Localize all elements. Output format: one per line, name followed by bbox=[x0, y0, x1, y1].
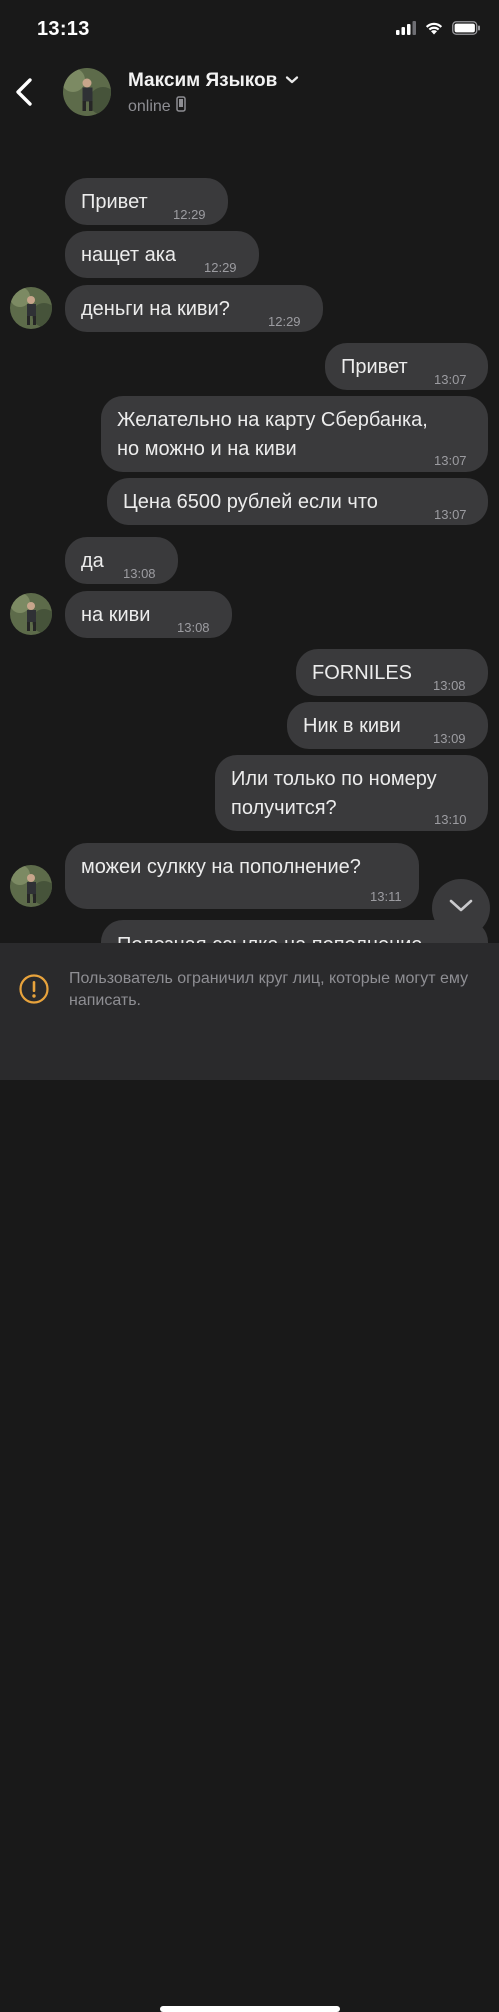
message-text: Ник в киви bbox=[303, 715, 401, 737]
message-incoming[interactable]: Привет 12:29 bbox=[65, 178, 228, 225]
scroll-to-bottom-button[interactable] bbox=[432, 879, 490, 937]
message-incoming[interactable]: деньги на киви? 12:29 bbox=[65, 285, 323, 332]
avatar[interactable] bbox=[10, 287, 52, 329]
contact-status: online bbox=[128, 96, 186, 117]
restriction-text: Пользователь ограничил круг лиц, которые… bbox=[69, 970, 469, 1009]
message-time: 12:29 bbox=[204, 260, 237, 275]
message-outgoing[interactable]: Цена 6500 рублей если что 13:07 bbox=[107, 478, 488, 525]
message-text: деньги на киви? bbox=[81, 298, 230, 320]
chevron-left-icon bbox=[8, 78, 42, 116]
message-time: 13:08 bbox=[177, 620, 210, 635]
battery-icon bbox=[452, 20, 481, 40]
message-incoming[interactable]: на киви 13:08 bbox=[65, 591, 232, 638]
restriction-notice: Пользователь ограничил круг лиц, которые… bbox=[0, 943, 499, 2012]
contact-name-button[interactable]: Максим Языков bbox=[128, 70, 299, 92]
avatar[interactable] bbox=[10, 593, 52, 635]
message-text: Привет bbox=[341, 356, 408, 378]
message-outgoing[interactable]: FORNILES 13:08 bbox=[296, 649, 488, 696]
cellular-signal-icon bbox=[396, 20, 416, 40]
message-text-line-2: получится? bbox=[231, 797, 337, 819]
message-text: на киви bbox=[81, 604, 151, 626]
contact-avatar[interactable] bbox=[63, 68, 111, 116]
message-text-line-2: но можно и на киви bbox=[117, 438, 297, 460]
message-time: 12:29 bbox=[268, 314, 301, 329]
message-time: 13:08 bbox=[433, 678, 466, 693]
warning-icon bbox=[18, 973, 50, 1005]
message-outgoing[interactable]: Ник в киви 13:09 bbox=[287, 702, 488, 749]
chevron-down-icon bbox=[285, 72, 299, 90]
message-outgoing[interactable]: Или только по номеру получится? 13:10 bbox=[215, 755, 488, 831]
online-status-text: online bbox=[128, 97, 171, 115]
message-time: 13:07 bbox=[434, 507, 467, 522]
chat-header: Максим Языков online bbox=[0, 58, 499, 138]
message-time: 13:08 bbox=[123, 566, 156, 581]
message-text: да bbox=[81, 550, 104, 572]
message-text: Привет bbox=[81, 191, 148, 213]
message-list[interactable]: Привет 12:29 нащет ака 12:29 деньги на к… bbox=[0, 0, 499, 1080]
message-text: можеи сулкку на пополнение? bbox=[81, 856, 361, 878]
message-time: 13:09 bbox=[433, 731, 466, 746]
message-incoming[interactable]: можеи сулкку на пополнение? 13:11 bbox=[65, 843, 419, 909]
message-time: 13:07 bbox=[434, 453, 467, 468]
message-time: 13:11 bbox=[370, 889, 402, 904]
message-text: FORNILES bbox=[312, 662, 413, 684]
message-time: 13:10 bbox=[434, 812, 467, 827]
chevron-down-icon bbox=[448, 898, 474, 919]
back-button[interactable] bbox=[8, 72, 42, 112]
home-indicator[interactable] bbox=[160, 2006, 340, 2012]
message-text-line-1: Или только по номеру bbox=[231, 768, 437, 790]
status-icons bbox=[396, 20, 481, 40]
status-time: 13:13 bbox=[37, 18, 90, 40]
message-outgoing[interactable]: Желательно на карту Сбербанка, но можно … bbox=[101, 396, 488, 472]
message-text: Цена 6500 рублей если что bbox=[123, 491, 378, 513]
message-text: нащет ака bbox=[81, 244, 177, 266]
message-time: 12:29 bbox=[173, 207, 206, 222]
avatar[interactable] bbox=[10, 865, 52, 907]
status-bar: 13:13 bbox=[0, 0, 499, 56]
wifi-icon bbox=[424, 20, 444, 40]
message-incoming[interactable]: да 13:08 bbox=[65, 537, 178, 584]
message-text-line-1: Желательно на карту Сбербанка, bbox=[117, 409, 428, 431]
message-incoming[interactable]: нащет ака 12:29 bbox=[65, 231, 259, 278]
message-time: 13:07 bbox=[434, 372, 467, 387]
contact-name: Максим Языков bbox=[128, 70, 278, 91]
message-outgoing[interactable]: Привет 13:07 bbox=[325, 343, 488, 390]
phone-icon bbox=[175, 96, 186, 117]
